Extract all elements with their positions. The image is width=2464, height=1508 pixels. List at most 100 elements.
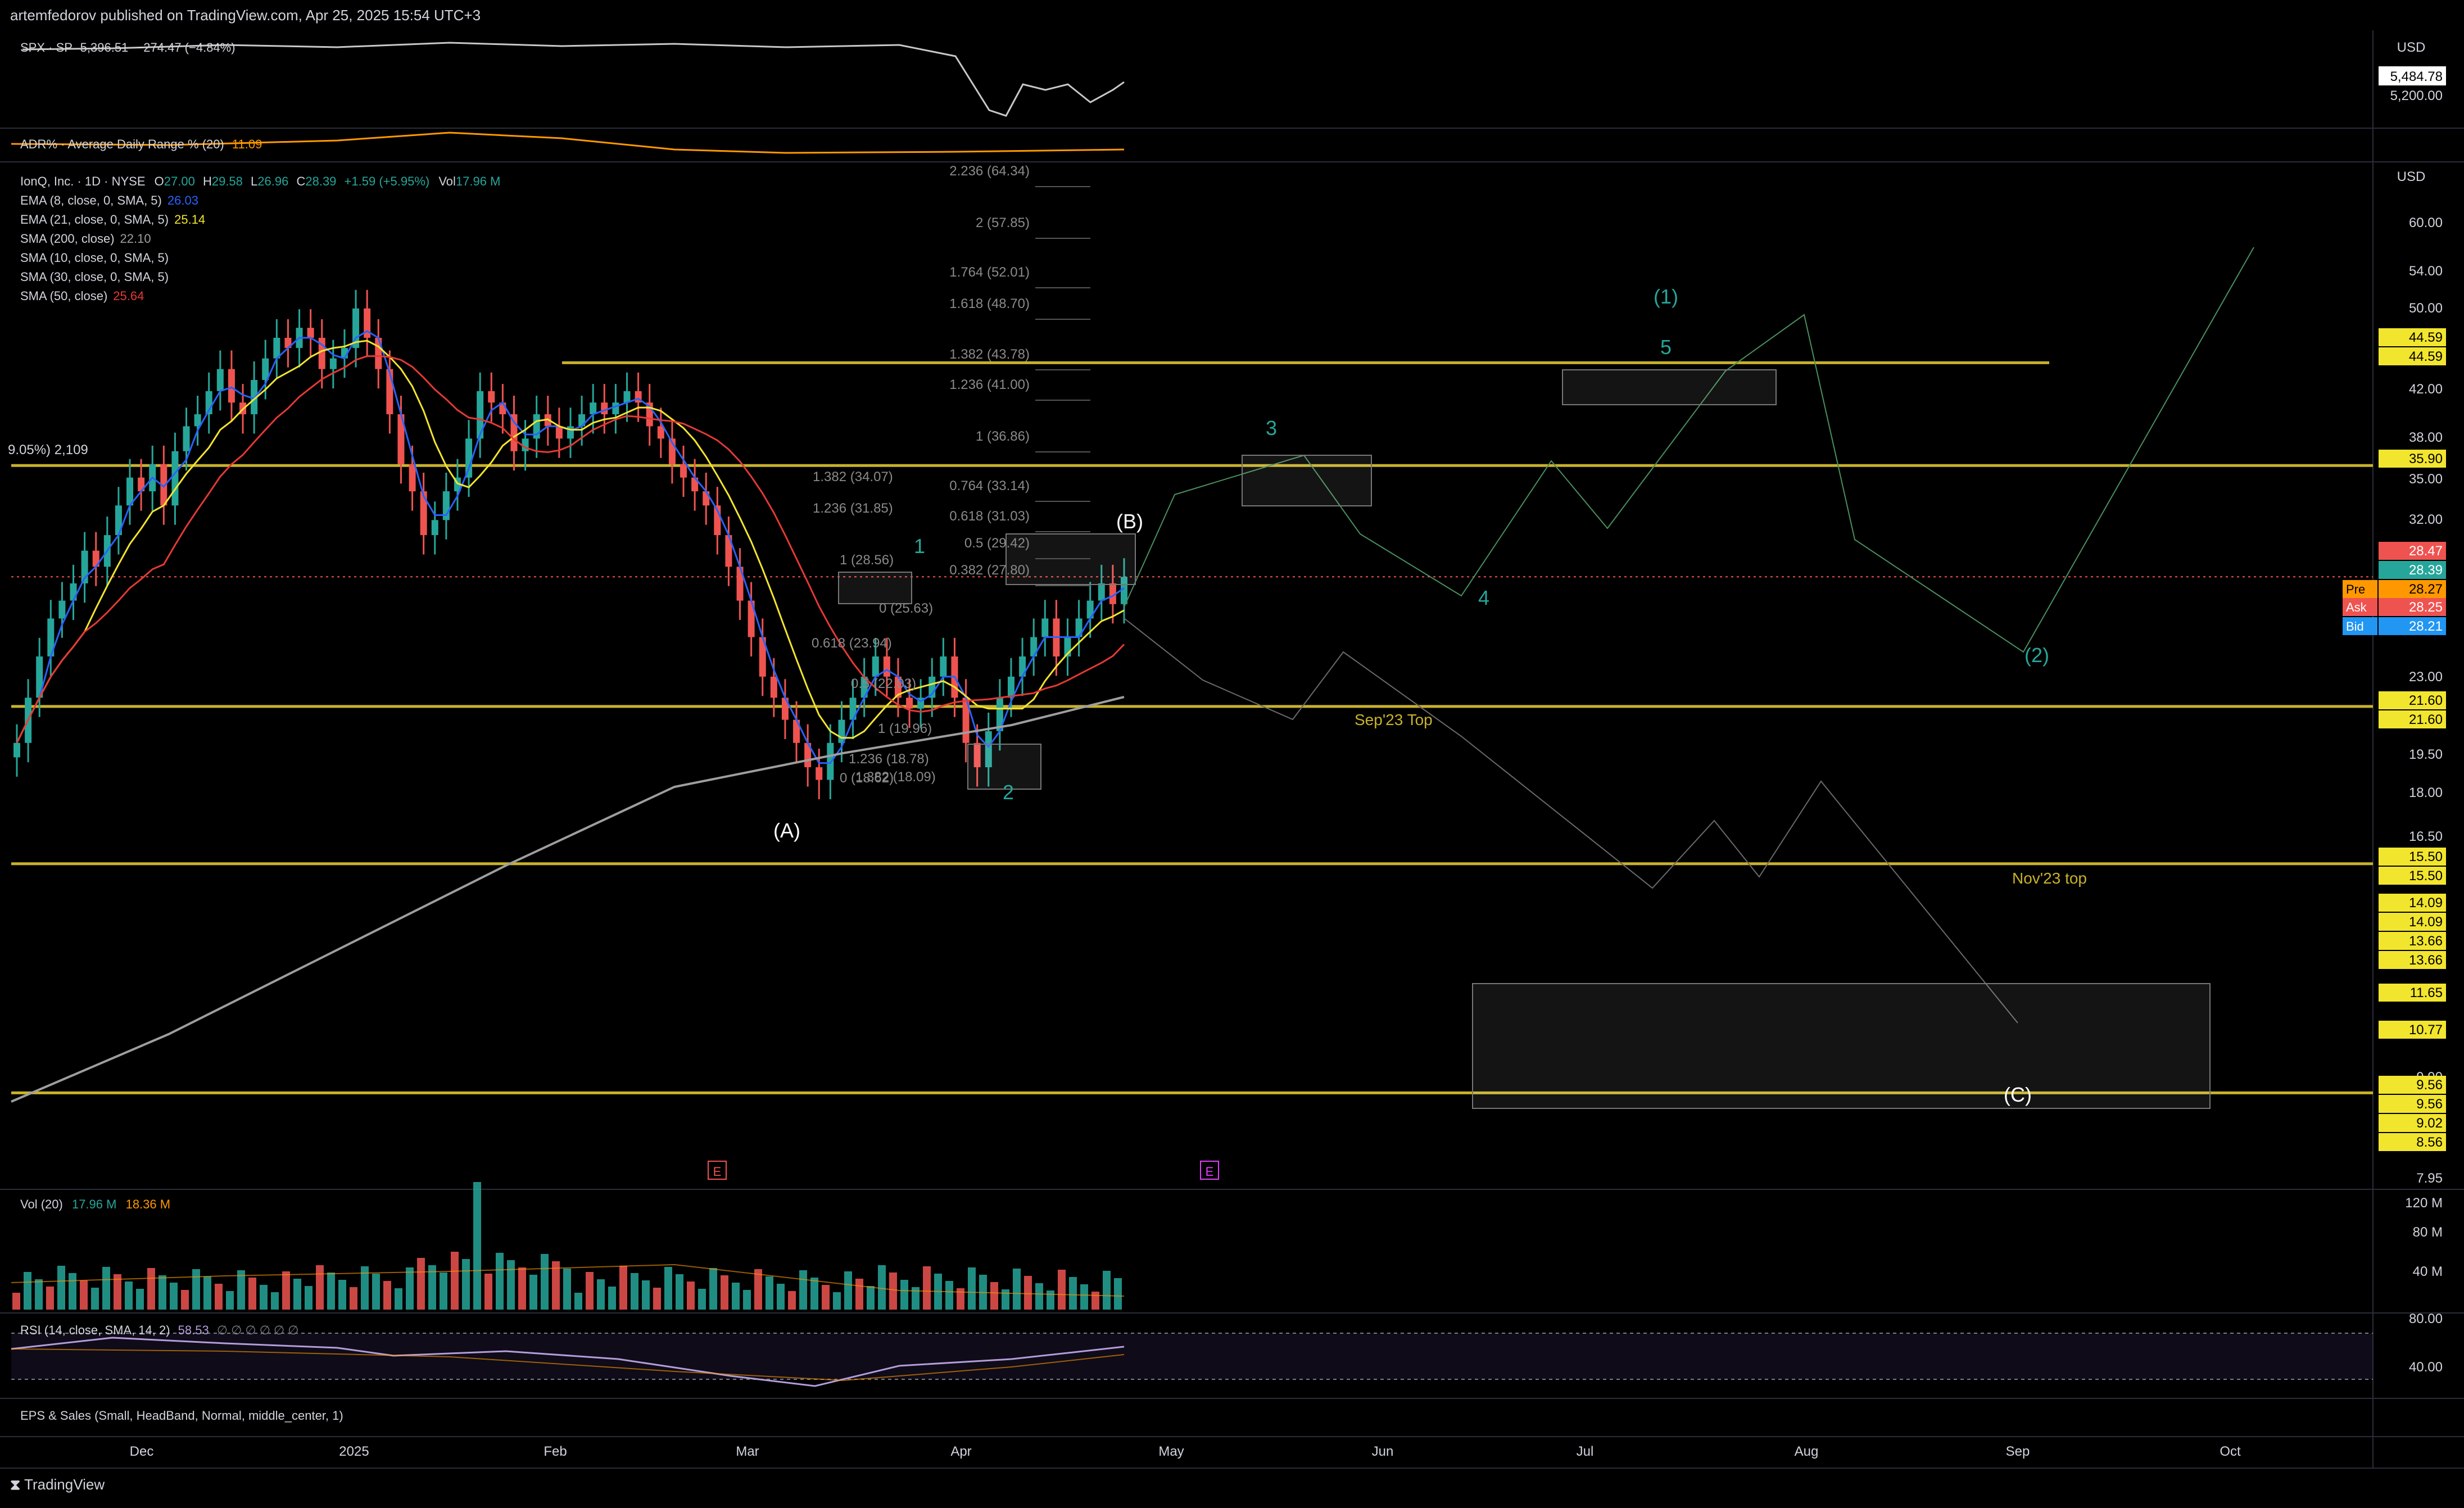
vol-value: 17.96 M [455,174,501,188]
indicator-value: 26.03 [167,193,198,207]
volume-bar [350,1287,357,1310]
spx-legend: SPX · SP 5,396.51 −274.47 (−4.84%) [20,40,235,55]
indicator-legend-item[interactable]: SMA (50, close) 25.64 [20,289,144,304]
fib-lower-label: 0 (25.63) [879,601,933,616]
fib-lower-label: 1 (19.96) [878,721,932,736]
price-badge-text: 28.39 [2409,563,2443,578]
fib-lower-label: 1 (28.56) [840,553,894,568]
volume-bar [586,1272,594,1310]
candle-body [567,426,574,439]
volume-bar [687,1281,695,1310]
volume-bar [91,1288,99,1310]
volume-bar [923,1266,931,1310]
symbol-title[interactable]: IonQ, Inc. · 1D · NYSE [20,174,146,188]
time-axis-label: Aug [1795,1444,1819,1459]
fib-upper-label: 0.764 (33.14) [949,478,1030,493]
price-tick: 50.00 [2409,301,2443,316]
volume-bar [226,1291,234,1310]
volume-tick: 120 M [2405,1195,2443,1211]
volume-bar [1069,1277,1077,1310]
volume-bar [125,1281,133,1310]
volume-bar [372,1274,380,1310]
rsi-value: 58.53 [178,1323,209,1337]
fib-upper-label: 1 (36.86) [976,429,1030,444]
price-tick: 38.00 [2409,430,2443,445]
volume-bar [260,1285,268,1310]
candle-body [431,520,438,536]
ohlc-close: 28.39 [305,174,337,188]
candle-body [216,369,224,391]
volume-tick: 40 M [2413,1264,2443,1279]
target-box [1562,369,1777,405]
volume-bar [990,1282,998,1310]
candle-body [228,369,235,403]
volume-value2: 18.36 M [125,1197,171,1211]
volume-bar [417,1258,425,1310]
volume-bar [12,1293,20,1310]
time-axis-label: May [1158,1444,1184,1459]
time-axis-label: Mar [736,1444,759,1459]
volume-bar [541,1254,549,1310]
price-badge-text: 9.56 [2416,1097,2443,1112]
volume-bar [69,1273,76,1310]
price-badge-text: 15.50 [2409,868,2443,884]
indicator-legend-item[interactable]: EMA (21, close, 0, SMA, 5) 25.14 [20,212,205,227]
wave-label: 3 [1266,416,1277,440]
candle-body [816,767,823,780]
volume-bar [293,1279,301,1310]
fib-upper-label: 1.382 (43.78) [949,347,1030,362]
indicator-name: EMA (21, close, 0, SMA, 5) [20,212,169,227]
volume-bar [35,1279,43,1310]
adr-legend: ADR% · Average Daily Range % (20) 11.09 [20,137,262,152]
indicator-legend-item[interactable]: EMA (8, close, 0, SMA, 5) 26.03 [20,193,198,208]
wave-projection-bull [1124,247,2254,653]
fib-upper-label: 0.618 (31.03) [949,509,1030,524]
volume-bar [1013,1269,1021,1310]
indicator-legend-item[interactable]: SMA (200, close) 22.10 [20,232,151,246]
chart-canvas[interactable]: 2.236 (64.34) 2 (57.85) 1.764 (52.01) 1.618… [0,0,2464,1505]
level-label-sep23: Sep'23 Top [1355,711,1433,728]
price-tick: 19.50 [2409,747,2443,762]
candle-body [590,402,597,415]
time-axis-label: Dec [130,1444,154,1459]
volume-bar [1058,1270,1066,1310]
price-badge-text: 28.21 [2409,619,2443,634]
indicator-name: SMA (200, close) [20,232,115,246]
volume-legend: Vol (20) 17.96 M 18.36 M [20,1197,170,1212]
ohlc-high: 29.58 [211,174,243,188]
price-badge-text: 28.25 [2409,600,2443,615]
price-tick: 54.00 [2409,264,2443,279]
price-badge-text: 13.66 [2409,934,2443,949]
volume-bar [383,1281,391,1310]
tradingview-icon: ⧗ [10,1476,21,1493]
price-tick: 42.00 [2409,382,2443,397]
volume-bar [507,1260,515,1310]
volume-bar [855,1279,863,1310]
volume-bar [473,1182,481,1310]
volume-bar [1035,1283,1043,1310]
indicator-legend-item[interactable]: SMA (30, close, 0, SMA, 5) [20,270,174,284]
wave-label: 1 [914,535,925,558]
volume-bar [631,1273,638,1310]
candle-body [1098,583,1105,601]
candle-body [58,600,66,619]
time-axis-label: Jun [1372,1444,1394,1459]
price-badge-text: 13.66 [2409,953,2443,968]
volume-bar [664,1267,672,1310]
volume-bar [642,1280,650,1310]
volume-value1: 17.96 M [71,1197,117,1211]
time-axis-label: Oct [2220,1444,2241,1459]
volume-bar [158,1275,166,1310]
tradingview-logo[interactable]: ⧗ TradingView [10,1476,105,1494]
volume-bar [496,1253,504,1310]
price-badge-text: 44.59 [2409,349,2443,364]
indicator-legend-item[interactable]: SMA (10, close, 0, SMA, 5) [20,251,174,265]
fib-upper-label: 1.236 (41.00) [949,377,1030,392]
candle-body [703,491,710,506]
volume-bar [484,1274,492,1310]
wave-label: (1) [1654,285,1678,308]
candle-body [409,464,416,492]
chart-stage: 2.236 (64.34) 2 (57.85) 1.764 (52.01) 1.618… [0,0,2464,1505]
volume-bar [788,1291,796,1310]
sma200-line [11,696,1125,1103]
